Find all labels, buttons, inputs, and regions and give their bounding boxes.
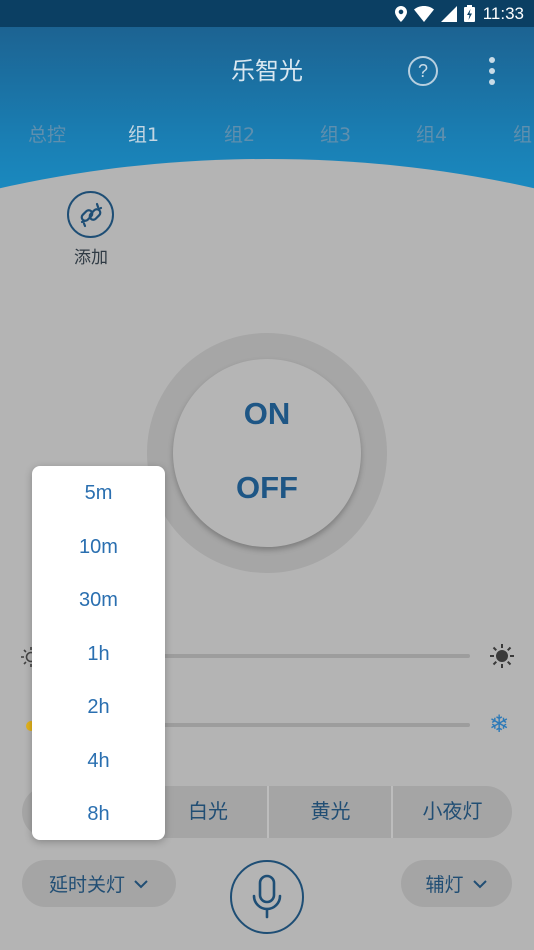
delay-option-2h[interactable]: 2h [32, 687, 165, 727]
power-dial [173, 359, 361, 547]
tab-group-5[interactable]: 组 [513, 120, 532, 147]
tab-group-1[interactable]: 组1 [128, 120, 159, 147]
delay-option-5m[interactable]: 5m [32, 473, 165, 513]
add-device-button[interactable] [67, 191, 114, 238]
delay-option-10m[interactable]: 10m [32, 527, 165, 567]
chevron-down-icon [134, 879, 148, 888]
more-options-button[interactable] [482, 55, 502, 87]
status-bar: 11:33 [0, 0, 534, 27]
aux-light-dropdown[interactable]: 辅灯 [401, 860, 512, 907]
more-dot-icon [489, 57, 495, 63]
delay-option-4h[interactable]: 4h [32, 741, 165, 781]
mode-white-light-button[interactable]: 白光 [160, 786, 256, 838]
sun-bright-icon [490, 644, 514, 668]
battery-icon [463, 5, 475, 22]
more-dot-icon [489, 79, 495, 85]
aux-light-label: 辅灯 [425, 874, 464, 896]
mode-yellow-light-button[interactable]: 黄光 [270, 786, 391, 838]
snowflake-icon: ❄ [489, 710, 510, 738]
cell-signal-icon [440, 5, 457, 22]
delay-option-1h[interactable]: 1h [32, 634, 165, 674]
delay-off-dropdown[interactable]: 延时关灯 [22, 860, 176, 907]
power-off-button[interactable]: OFF [207, 470, 327, 512]
mode-divider [267, 786, 269, 838]
microphone-icon [252, 874, 282, 919]
more-dot-icon [489, 68, 495, 74]
tab-group-4[interactable]: 组4 [416, 120, 447, 147]
voice-control-button[interactable] [230, 860, 304, 934]
power-on-button[interactable]: ON [207, 396, 327, 438]
tab-group-2[interactable]: 组2 [224, 120, 255, 147]
delay-option-30m[interactable]: 30m [32, 580, 165, 620]
group-tabs: 总控 组1 组2 组3 组4 组 [0, 120, 534, 150]
delay-off-label: 延时关灯 [48, 874, 125, 896]
help-button[interactable]: ? [408, 56, 438, 86]
wifi-icon [413, 5, 434, 22]
app-title: 乐智光 [231, 57, 303, 85]
link-icon [80, 202, 102, 227]
location-icon [394, 5, 407, 22]
tab-group-3[interactable]: 组3 [320, 120, 351, 147]
add-device-label: 添加 [74, 248, 108, 268]
mode-night-light-button[interactable]: 小夜灯 [393, 786, 512, 838]
status-time: 11:33 [482, 3, 524, 23]
tab-master[interactable]: 总控 [28, 120, 66, 147]
delay-option-8h[interactable]: 8h [32, 794, 165, 834]
delay-options-popup: 5m 10m 30m 1h 2h 4h 8h [32, 466, 165, 840]
chevron-down-icon [472, 879, 487, 888]
app-header: 乐智光 ? 总控 组1 组2 组3 组4 组 [0, 27, 534, 217]
